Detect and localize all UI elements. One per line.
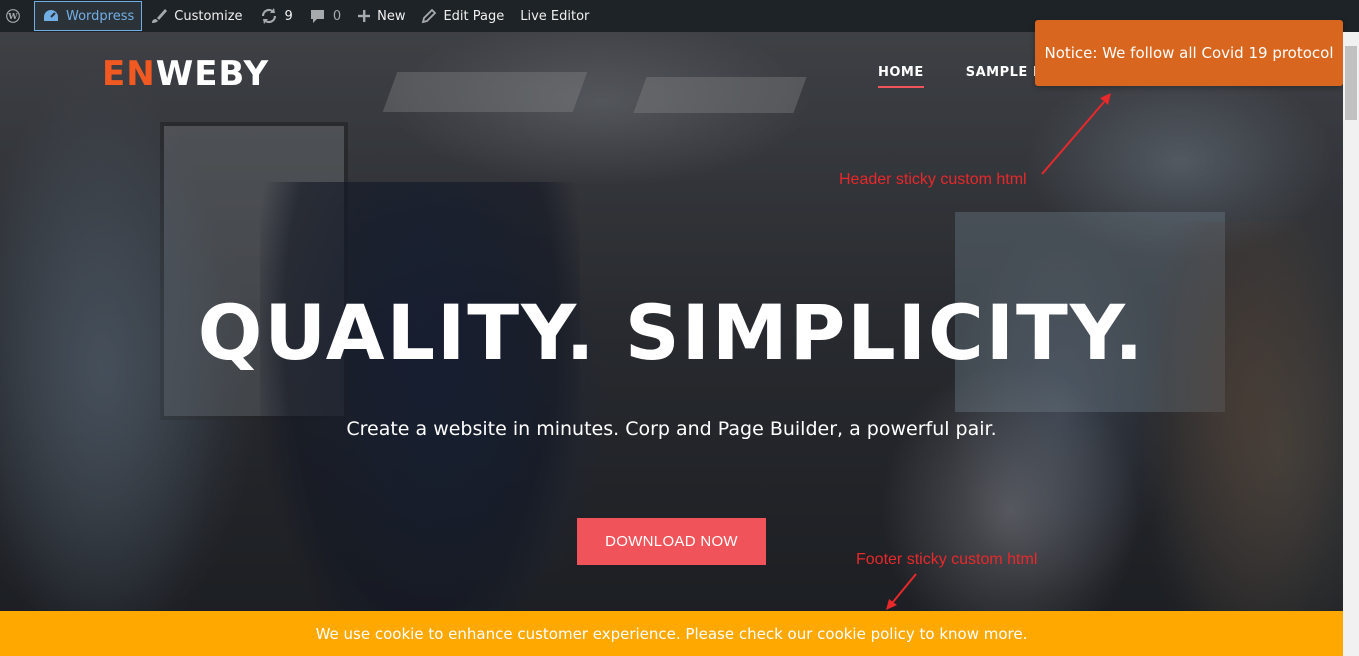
page-scrollbar[interactable] bbox=[1343, 32, 1359, 656]
brush-icon bbox=[152, 9, 168, 23]
scrollbar-thumb[interactable] bbox=[1345, 46, 1357, 120]
cookie-message: We use cookie to enhance customer experi… bbox=[315, 624, 1028, 643]
nav-item-home[interactable]: HOME bbox=[878, 65, 924, 88]
comments-count: 0 bbox=[332, 8, 342, 24]
footer-cookie-bar: We use cookie to enhance customer experi… bbox=[0, 611, 1343, 656]
nav-item-sample-page[interactable]: SAMPLE P bbox=[966, 65, 1043, 88]
header-annotation-label: Header sticky custom html bbox=[839, 171, 1027, 188]
site-logo[interactable]: ENWEBY bbox=[102, 54, 269, 94]
hero-subheadline: Create a website in minutes. Corp and Pa… bbox=[346, 418, 997, 440]
new-content-link[interactable]: New bbox=[349, 0, 413, 32]
header-sticky-notice: Notice: We follow all Covid 19 protocol bbox=[1035, 20, 1343, 86]
customize-label: Customize bbox=[174, 8, 243, 24]
main-nav: HOME SAMPLE P bbox=[878, 65, 1043, 88]
wordpress-logo-icon[interactable]: W bbox=[0, 0, 34, 32]
comment-icon bbox=[310, 10, 324, 23]
pencil-icon bbox=[422, 8, 437, 24]
customize-link[interactable]: Customize bbox=[142, 0, 250, 32]
svg-text:W: W bbox=[7, 11, 18, 21]
updates-link[interactable]: 9 bbox=[251, 0, 301, 32]
updates-count: 9 bbox=[284, 8, 293, 24]
live-editor-link[interactable]: Live Editor bbox=[512, 0, 597, 32]
new-label: New bbox=[377, 8, 406, 24]
comments-link[interactable]: 0 bbox=[301, 0, 349, 32]
download-now-button[interactable]: DOWNLOAD NOW bbox=[577, 518, 766, 565]
site-name-menu[interactable]: Wordpress bbox=[34, 1, 143, 31]
hero-section: ENWEBY HOME SAMPLE P QUALITY. SIMPLICITY… bbox=[0, 32, 1343, 656]
hero-headline: QUALITY. SIMPLICITY. bbox=[197, 288, 1146, 377]
dashboard-icon bbox=[44, 10, 58, 21]
footer-annotation-label: Footer sticky custom html bbox=[856, 551, 1038, 568]
updates-icon bbox=[261, 8, 276, 24]
logo-accent: EN bbox=[102, 54, 156, 94]
plus-icon bbox=[358, 10, 371, 22]
site-name-label: Wordpress bbox=[66, 8, 135, 24]
edit-page-link[interactable]: Edit Page bbox=[413, 0, 512, 32]
logo-text: WEBY bbox=[155, 54, 270, 94]
edit-page-label: Edit Page bbox=[443, 8, 505, 24]
live-editor-label: Live Editor bbox=[520, 8, 590, 24]
